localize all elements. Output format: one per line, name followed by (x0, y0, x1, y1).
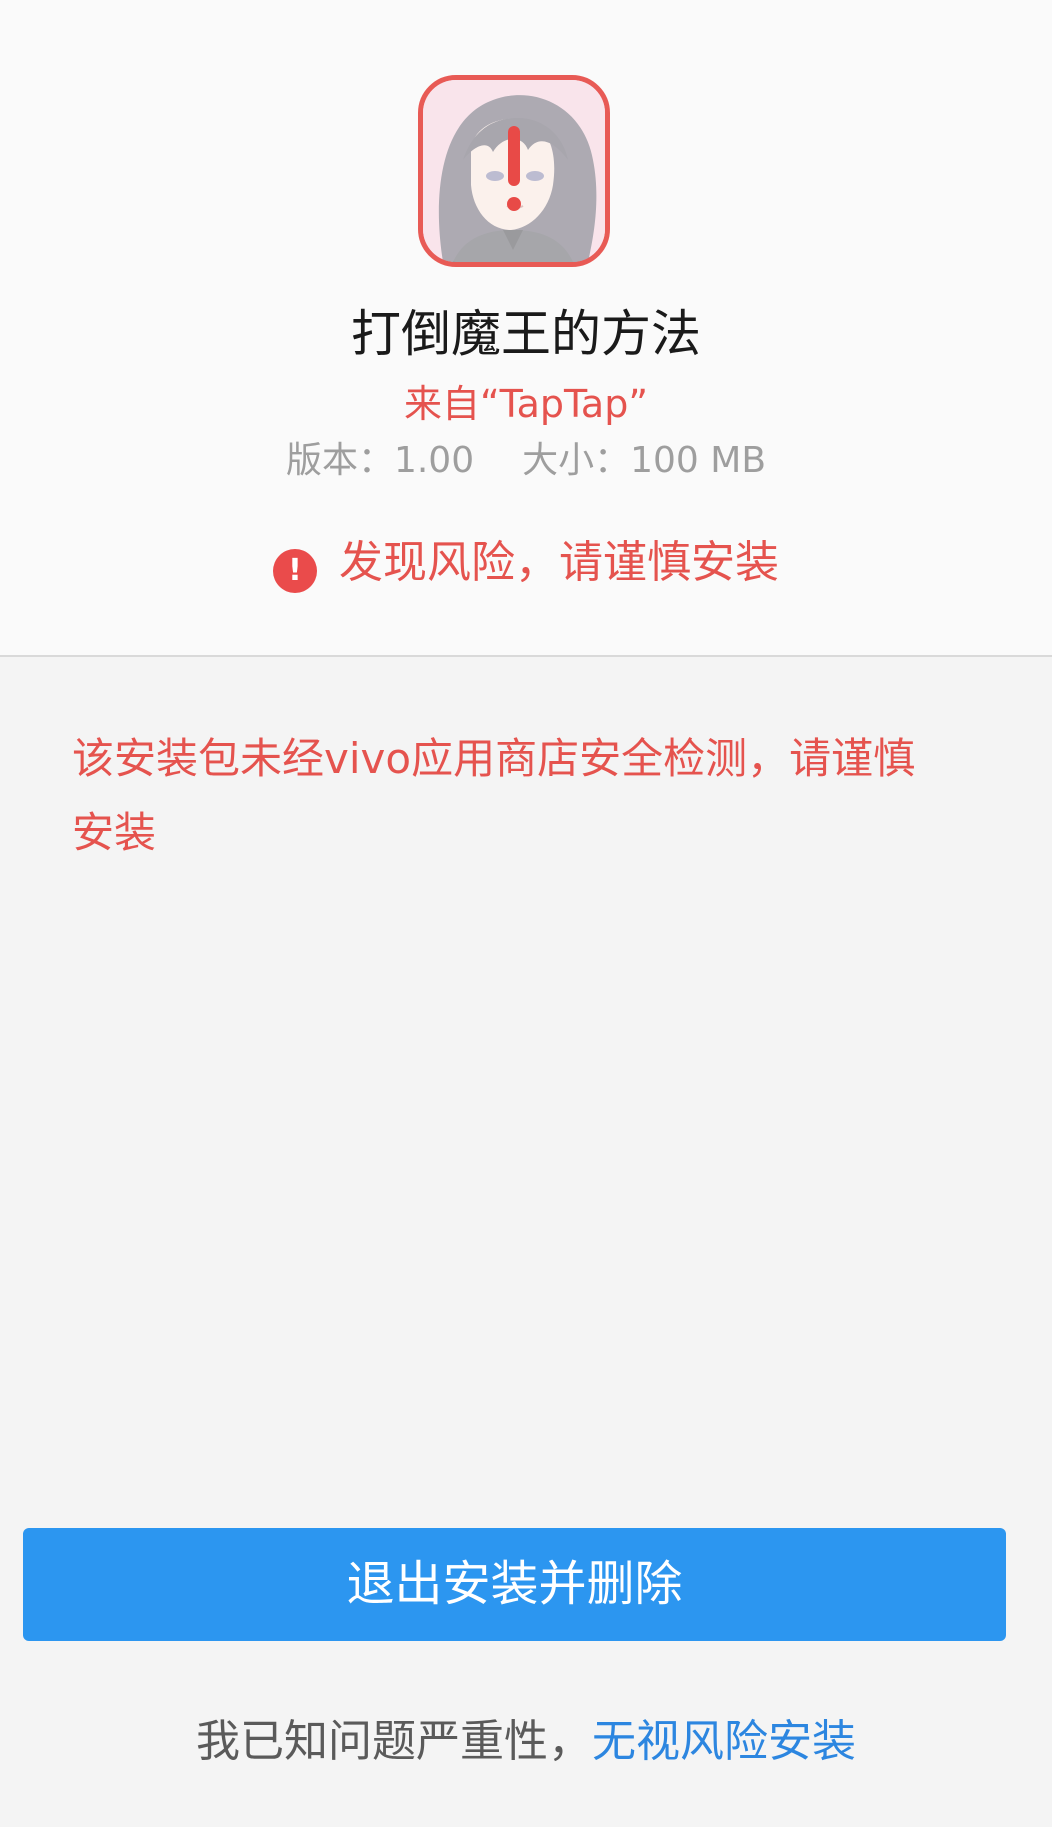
exit-and-delete-button[interactable]: 退出安装并删除 (23, 1528, 1006, 1641)
ignore-risk-row: 我已知问题严重性，无视风险安装 (0, 1712, 1052, 1772)
warning-circle-icon: ! (273, 549, 317, 593)
app-source: 来自“TapTap” (403, 382, 649, 426)
risk-warning-text: 发现风险，请谨慎安装 (339, 537, 779, 588)
app-icon (418, 75, 610, 267)
app-name: 打倒魔王的方法 (351, 305, 701, 363)
app-info-panel: 打倒魔王的方法 来自“TapTap” 版本：1.00 大小：100 MB ! 发现风… (0, 0, 1052, 657)
security-warning-message: 该安装包未经vivo应用商店安全检测，请谨慎安装 (72, 734, 916, 857)
app-meta: 版本：1.00 大小：100 MB (0, 437, 1052, 485)
risk-warning: ! 发现风险，请谨慎安装 (0, 533, 1052, 593)
ignore-risk-install-link[interactable]: 无视风险安装 (592, 1716, 856, 1767)
acknowledge-text: 我已知问题严重性， (196, 1716, 592, 1767)
version-label: 版本：1.00 (285, 440, 475, 481)
exclamation-icon (507, 126, 521, 211)
size-label: 大小：100 MB (522, 440, 767, 481)
